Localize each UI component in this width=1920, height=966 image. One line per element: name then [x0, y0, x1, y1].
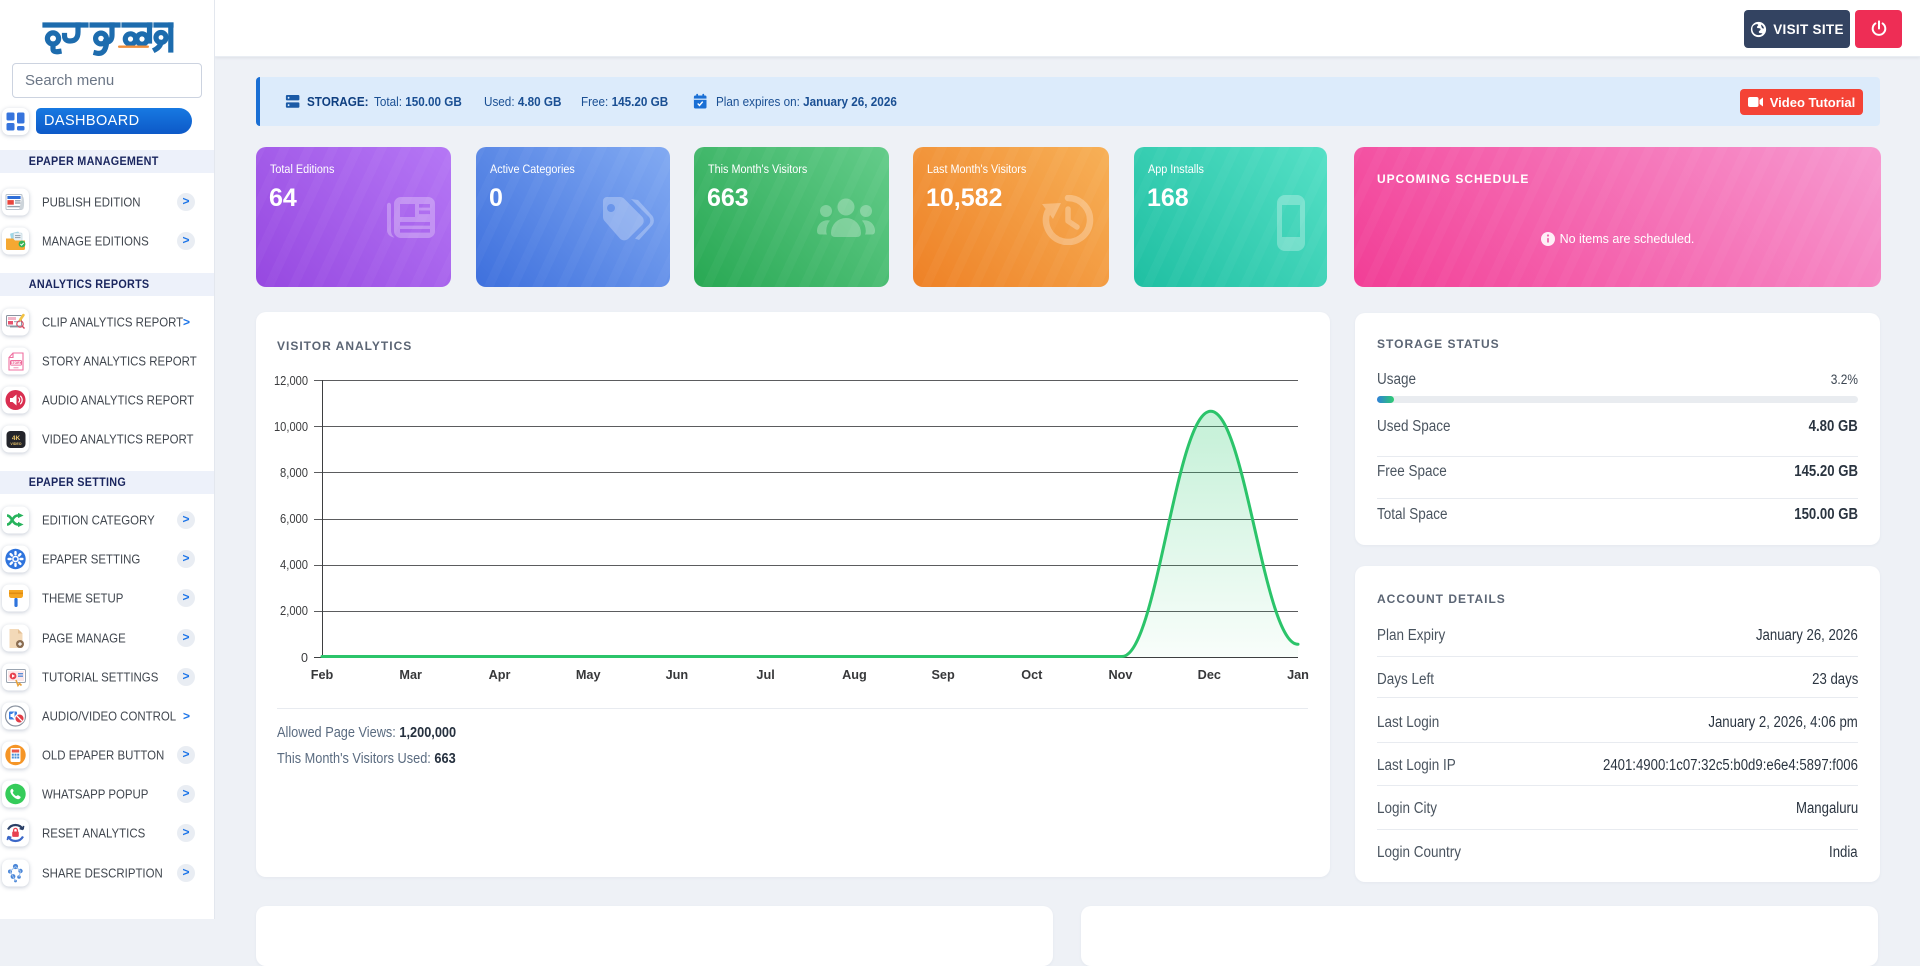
svg-text:4,000: 4,000	[280, 558, 308, 572]
svg-text:Apr: Apr	[489, 668, 511, 682]
svg-text:12,000: 12,000	[274, 374, 308, 388]
svg-text:Nov: Nov	[1109, 668, 1133, 682]
svg-text:Mar: Mar	[399, 668, 422, 682]
svg-text:Dec: Dec	[1198, 668, 1221, 682]
svg-text:2,000: 2,000	[280, 604, 308, 618]
svg-text:Jun: Jun	[666, 668, 689, 682]
svg-text:Jul: Jul	[756, 668, 774, 682]
svg-text:Oct: Oct	[1021, 668, 1043, 682]
svg-text:4K: 4K	[11, 435, 20, 442]
svg-text:VIDEO: VIDEO	[10, 442, 21, 446]
svg-text:Feb: Feb	[311, 668, 334, 682]
svg-text:6,000: 6,000	[280, 512, 308, 526]
svg-text:Aug: Aug	[842, 668, 867, 682]
svg-text:10,000: 10,000	[274, 420, 308, 434]
svg-text:May: May	[576, 668, 601, 682]
svg-text:Jan: Jan	[1287, 668, 1309, 682]
svg-text:STORY: STORY	[10, 361, 22, 365]
svg-text:8,000: 8,000	[280, 466, 308, 480]
svg-text:Sep: Sep	[931, 668, 955, 682]
svg-text:0: 0	[301, 651, 308, 665]
